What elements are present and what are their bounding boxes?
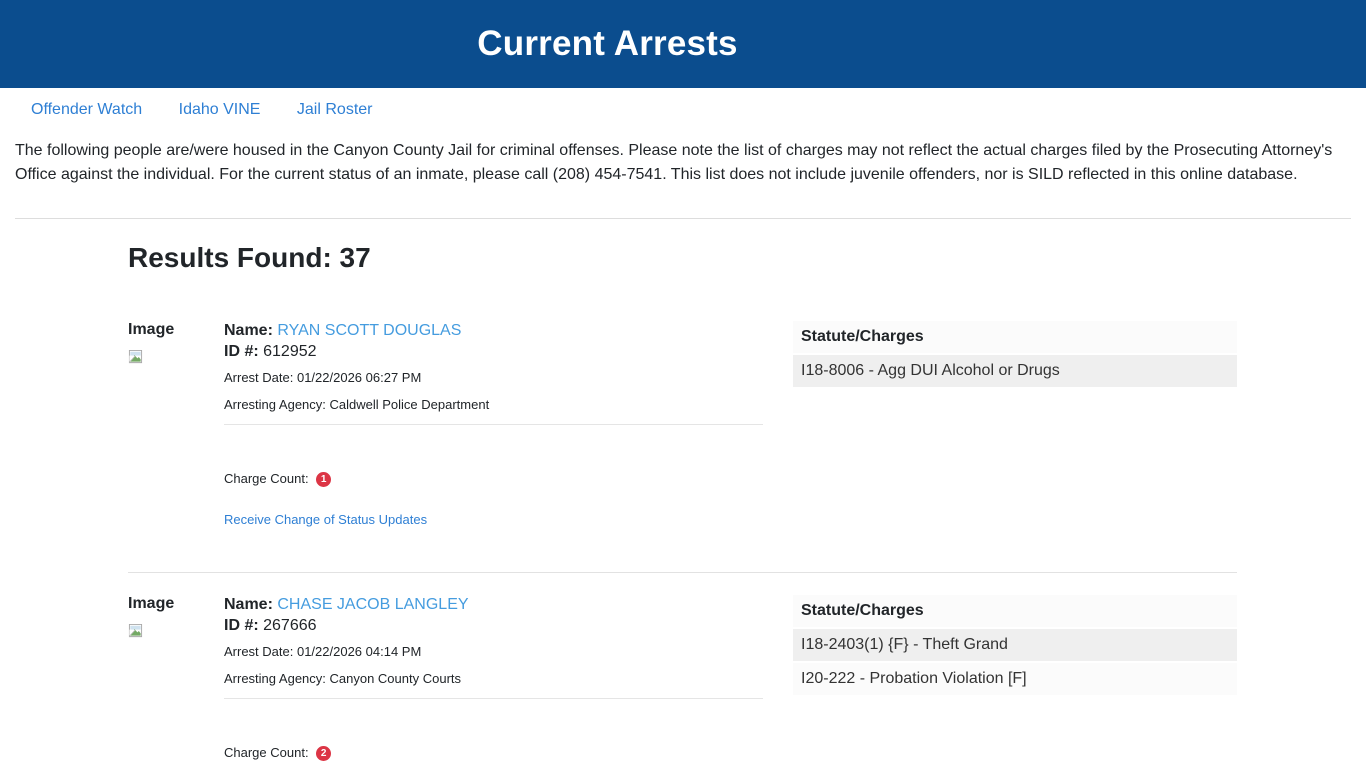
header-inner: Current Arrests [0,0,1215,88]
id-line: ID #: 612952 [224,343,763,361]
arrest-date: Arrest Date: 01/22/2026 06:27 PM [224,370,422,385]
details-divider [224,698,763,700]
nav-link-jail-roster[interactable]: Jail Roster [297,101,373,119]
charge-count-label: Charge Count: [224,471,309,486]
page-title: Current Arrests [477,24,738,63]
arrest-record: Image Name: CHASE JACOB LANGLEY ID #: 26… [128,595,1237,768]
intro-divider [15,218,1351,219]
charge-count-badge: 1 [316,472,332,488]
inmate-name-link[interactable]: CHASE JACOB LANGLEY [277,596,468,613]
nav-link-idaho-vine[interactable]: Idaho VINE [179,101,261,119]
record-image-column: Image [128,595,224,768]
charge-row: I18-2403(1) {F} - Theft Grand [793,629,1237,664]
results-count-heading: Results Found: 37 [128,242,371,273]
charge-count-line: Charge Count: 2 [224,745,763,762]
nav-link-offender-watch[interactable]: Offender Watch [31,101,142,119]
results-container: Results Found: 37 Image Name: RYAN SCOTT… [128,242,1237,768]
charge-count-label: Charge Count: [224,745,309,761]
broken-image-icon [128,349,143,364]
charges-table: Statute/Charges I18-2403(1) {F} - Theft … [793,595,1237,698]
charges-table-header: Statute/Charges [793,321,1237,355]
image-label: Image [128,595,175,613]
record-details: Name: CHASE JACOB LANGLEY ID #: 267666 A… [224,595,763,768]
record-divider [128,572,1237,574]
receive-status-updates-link[interactable]: Receive Change of Status Updates [224,512,427,527]
record-charges-column: Statute/Charges I18-8006 - Agg DUI Alcoh… [763,321,1237,529]
id-label: ID #: [224,343,259,360]
charge-count-line: Charge Count: 1 [224,471,763,488]
broken-image-icon [128,624,143,638]
record-details: Name: RYAN SCOTT DOUGLAS ID #: 612952 Ar… [224,321,763,529]
top-nav: Offender Watch Idaho VINE Jail Roster [0,88,1366,128]
id-label: ID #: [224,617,259,635]
name-line: Name: RYAN SCOTT DOUGLAS [224,322,763,340]
inmate-name-link[interactable]: RYAN SCOTT DOUGLAS [277,322,461,339]
charges-table: Statute/Charges I18-8006 - Agg DUI Alcoh… [793,321,1237,389]
image-label: Image [128,321,175,338]
charge-row: I18-8006 - Agg DUI Alcohol or Drugs [793,355,1237,389]
arrest-record: Image Name: RYAN SCOTT DOUGLAS ID #: 612… [128,321,1237,529]
name-line: Name: CHASE JACOB LANGLEY [224,596,763,614]
record-image-column: Image [128,321,224,529]
charges-table-header: Statute/Charges [793,595,1237,630]
id-line: ID #: 267666 [224,617,763,635]
arrest-date: Arrest Date: 01/22/2026 04:14 PM [224,644,422,660]
charge-row: I20-222 - Probation Violation [F] [793,663,1237,698]
record-charges-column: Statute/Charges I18-2403(1) {F} - Theft … [763,595,1237,768]
arresting-agency: Arresting Agency: Caldwell Police Depart… [224,397,490,412]
details-divider [224,424,763,425]
name-label: Name: [224,596,273,614]
name-label: Name: [224,322,273,339]
charge-count-badge: 2 [316,746,332,762]
page-header: Current Arrests [0,0,1366,88]
id-value: 612952 [263,343,317,360]
intro-text: The following people are/were housed in … [15,142,1333,183]
id-value: 267666 [263,617,317,635]
arresting-agency: Arresting Agency: Canyon County Courts [224,671,462,687]
